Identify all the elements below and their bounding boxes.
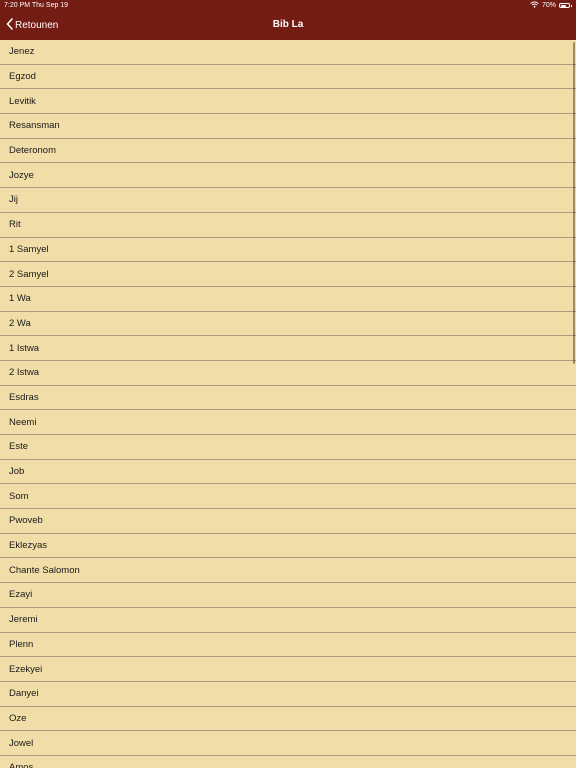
book-name: Pwoveb xyxy=(9,515,43,527)
book-list-item[interactable]: Chante Salomon xyxy=(0,558,576,584)
book-list-item[interactable]: 2 Wa xyxy=(0,311,576,337)
book-list-item[interactable]: Jenez xyxy=(0,40,576,65)
book-list-item[interactable]: 2 Istwa xyxy=(0,360,576,386)
book-name: Jeremi xyxy=(9,614,38,626)
book-name: Jozye xyxy=(9,169,34,181)
book-name: 2 Samyel xyxy=(9,268,49,280)
book-name: Danyei xyxy=(9,688,39,700)
wifi-icon xyxy=(530,1,539,10)
page-title: Bib La xyxy=(272,19,304,30)
status-bar: 7:20 PM Thu Sep 19 70% xyxy=(0,0,576,12)
book-list-item[interactable]: Ezayi xyxy=(0,583,576,608)
book-list-item[interactable]: Amos xyxy=(0,755,576,768)
book-list-item[interactable]: Job xyxy=(0,459,576,485)
book-name: Oze xyxy=(9,712,27,724)
book-name: Jowel xyxy=(9,737,34,749)
book-name: Job xyxy=(9,466,25,478)
book-name: Som xyxy=(9,490,29,502)
book-name: Jenez xyxy=(9,46,35,58)
book-list[interactable]: Jenez Egzod Levitik Resansman Deteronom Jozye… xyxy=(0,40,576,768)
book-list-item[interactable]: Este xyxy=(0,435,576,460)
book-list-item[interactable]: Jozye xyxy=(0,163,576,189)
book-list-item[interactable]: Plenn xyxy=(0,632,576,658)
book-list-item[interactable]: 1 Samyel xyxy=(0,237,576,263)
book-list-item[interactable]: Jeremi xyxy=(0,607,576,633)
status-time: 7:20 PM Thu Sep 19 xyxy=(4,2,69,9)
book-list-item[interactable]: Rit xyxy=(0,212,576,238)
book-name: Este xyxy=(9,441,29,453)
battery-level xyxy=(560,4,567,7)
book-name: Chante Salomon xyxy=(9,564,80,576)
book-list-item[interactable]: Esdras xyxy=(0,385,576,411)
book-list-item[interactable]: 1 Istwa xyxy=(0,336,576,361)
book-list-item[interactable]: 2 Samyel xyxy=(0,262,576,287)
book-list-item[interactable]: Deteronom xyxy=(0,138,576,164)
book-name: Ezekyei xyxy=(9,663,43,675)
book-name: Levitik xyxy=(9,95,36,107)
book-list-item[interactable]: Jij xyxy=(0,188,576,213)
book-list-item[interactable]: Ezekyei xyxy=(0,657,576,682)
battery-nub xyxy=(571,4,572,7)
book-name: 1 Samyel xyxy=(9,243,49,255)
book-name: Deteronom xyxy=(9,145,56,157)
book-list-item[interactable]: Levitik xyxy=(0,89,576,115)
battery-percent: 70% xyxy=(541,2,556,9)
book-name: Egzod xyxy=(9,71,36,83)
book-name: Eklezyas xyxy=(9,540,48,552)
book-list-item[interactable]: 1 Wa xyxy=(0,286,576,312)
book-list-item[interactable]: Jowel xyxy=(0,731,576,756)
book-name: 2 Istwa xyxy=(9,367,40,379)
book-name: Rit xyxy=(9,219,21,231)
book-list-item[interactable]: Egzod xyxy=(0,64,576,90)
book-name: Ezayi xyxy=(9,589,33,601)
status-right: 70% xyxy=(530,1,572,10)
book-name: 1 Istwa xyxy=(9,342,40,354)
book-list-item[interactable]: Eklezyas xyxy=(0,533,576,559)
book-list-item[interactable]: Danyei xyxy=(0,681,576,707)
book-list-item[interactable]: Neemi xyxy=(0,410,576,435)
book-list-item[interactable]: Som xyxy=(0,484,576,510)
book-name: Amos xyxy=(9,762,34,768)
book-name: Jij xyxy=(9,194,18,206)
book-list-item[interactable]: Oze xyxy=(0,706,576,732)
navigation-bar: Retounen Bib La xyxy=(0,12,576,40)
battery-icon xyxy=(559,3,570,8)
book-name: Plenn xyxy=(9,638,34,650)
book-list-item[interactable]: Resansman xyxy=(0,114,576,139)
book-name: Esdras xyxy=(9,391,39,403)
book-name: 1 Wa xyxy=(9,293,31,305)
scroll-indicator[interactable] xyxy=(573,42,575,364)
book-name: Resansman xyxy=(9,120,60,132)
book-name: 2 Wa xyxy=(9,317,31,329)
book-name: Neemi xyxy=(9,416,37,428)
book-list-item[interactable]: Pwoveb xyxy=(0,509,576,534)
